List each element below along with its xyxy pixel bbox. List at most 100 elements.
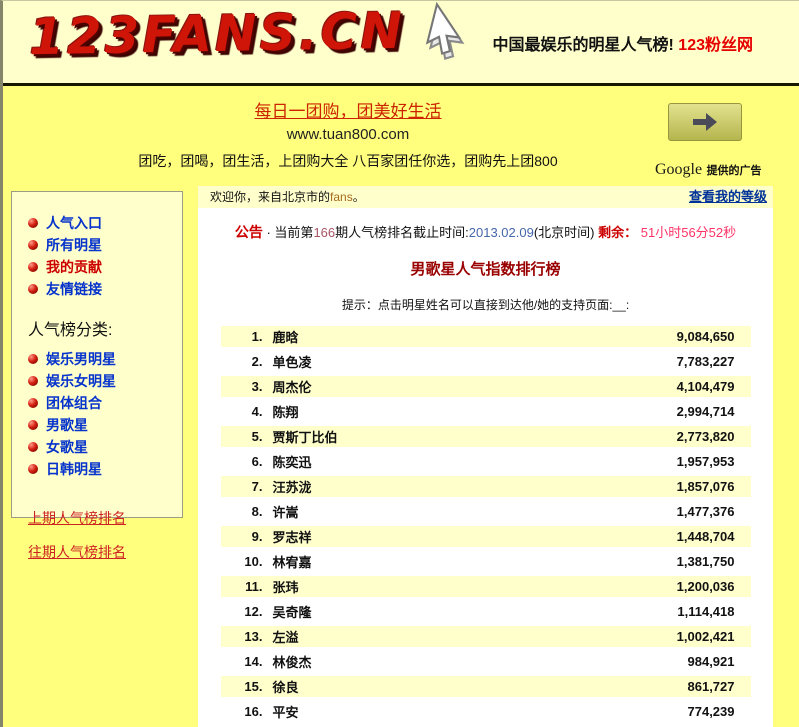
ranking-row: 11. 张玮 1,200,036 <box>220 576 751 597</box>
sidebar-category-item[interactable]: 娱乐男明星 <box>28 348 182 370</box>
star-name-link[interactable]: 汪苏泷 <box>273 477 312 496</box>
star-name-link[interactable]: 林俊杰 <box>273 652 312 671</box>
popularity-value: 1,381,750 <box>676 554 735 569</box>
rank-number: 2. <box>251 354 263 369</box>
star-name-link[interactable]: 鹿晗 <box>273 327 299 346</box>
announcement-separator: · <box>262 225 275 240</box>
ad-right-module: Google 提供的广告 <box>655 103 762 179</box>
content-area: 人气入口 所有明星 我的贡献 友情链接 人气榜分类: 娱乐男明星 娱乐女明星 团… <box>3 186 799 727</box>
star-name-link[interactable]: 陈翔 <box>273 402 299 421</box>
welcome-suffix: 。 <box>352 190 365 204</box>
rank-number: 12. <box>244 604 263 619</box>
announcement-seg3: (北京时间) <box>533 225 599 240</box>
star-name-link[interactable]: 林宥嘉 <box>273 552 312 571</box>
tagline-black: 中国最娱乐的明星人气榜! <box>492 37 674 54</box>
sidebar-item[interactable]: 所有明星 <box>28 234 182 256</box>
popularity-value: 9,084,650 <box>676 329 735 344</box>
bullet-ball-icon <box>28 262 38 272</box>
ranking-row: 6. 陈奕迅 1,957,953 <box>220 451 751 472</box>
popularity-value: 1,200,036 <box>676 579 735 594</box>
site-tagline: 中国最娱乐的明星人气榜! 123粉丝网 <box>493 31 754 55</box>
ad-banner: 每日一团购，团美好生活 www.tuan800.com 团吃，团喝，团生活，上团… <box>3 86 799 186</box>
welcome-bar: 欢迎你，来自北京市的fans。 查看我的等级 <box>198 186 773 208</box>
deadline-date: 2013.02.09 <box>468 225 534 240</box>
sidebar-item[interactable]: 我的贡献 <box>28 256 182 278</box>
sidebar-item-label: 人气入口 <box>46 215 102 231</box>
ranking-row: 15. 徐良 861,727 <box>220 676 751 697</box>
sidebar-category-label: 娱乐男明星 <box>46 351 116 367</box>
sidebar-category-label: 娱乐女明星 <box>46 373 116 389</box>
ranking-row: 2. 单色凌 7,783,227 <box>220 351 751 372</box>
star-name-link[interactable]: 陈奕迅 <box>273 452 312 471</box>
sidebar-category-item[interactable]: 日韩明星 <box>28 458 182 480</box>
rank-number: 13. <box>244 629 263 644</box>
star-name-link[interactable]: 周杰伦 <box>273 377 312 396</box>
main-panel: 欢迎你，来自北京市的fans。 查看我的等级 公告 · 当前第166期人气榜排名… <box>198 186 773 727</box>
popularity-value: 1,957,953 <box>676 454 735 469</box>
sidebar-category-item[interactable]: 女歌星 <box>28 436 182 458</box>
ad-headline-link[interactable]: 每日一团购，团美好生活 <box>3 97 693 122</box>
star-name-link[interactable]: 贾斯丁比伯 <box>273 427 338 446</box>
star-name-link[interactable]: 张玮 <box>273 577 299 596</box>
sidebar-category-label: 女歌星 <box>46 439 88 455</box>
previous-ranking-link[interactable]: 上期人气榜排名 <box>28 508 182 528</box>
countdown-value: 51小时56分52秒 <box>640 225 737 240</box>
star-name-link[interactable]: 平安 <box>273 702 299 721</box>
announcement-seg1: 当前第 <box>274 225 314 240</box>
sidebar-item[interactable]: 人气入口 <box>28 212 182 234</box>
google-ads-badge[interactable]: Google 提供的广告 <box>655 161 762 179</box>
announcement-label: 公告 <box>234 224 263 240</box>
rank-number: 15. <box>244 679 263 694</box>
star-name-link[interactable]: 徐良 <box>273 677 299 696</box>
remaining-label: 剩余： <box>598 225 641 240</box>
star-name-link[interactable]: 许嵩 <box>273 502 299 521</box>
past-ranking-link[interactable]: 往期人气榜排名 <box>28 542 182 562</box>
ad-url: www.tuan800.com <box>286 126 410 143</box>
ranking-row: 9. 罗志祥 1,448,704 <box>220 526 751 547</box>
sidebar-category-label: 男歌星 <box>46 417 88 433</box>
bullet-ball-icon <box>28 420 38 430</box>
popularity-value: 1,857,076 <box>676 479 735 494</box>
sidebar-category-item[interactable]: 娱乐女明星 <box>28 370 182 392</box>
bullet-ball-icon <box>28 284 38 294</box>
sidebar-category-item[interactable]: 男歌星 <box>28 414 182 436</box>
google-ads-label: 提供的广告 <box>706 165 762 177</box>
mouse-cursor-icon <box>425 1 465 61</box>
welcome-text: 欢迎你，来自北京市的 <box>210 190 331 204</box>
rank-number: 7. <box>251 479 263 494</box>
rank-number: 16. <box>244 704 263 719</box>
sidebar-item-label: 我的贡献 <box>46 259 102 275</box>
ranking-row: 7. 汪苏泷 1,857,076 <box>220 476 751 497</box>
popularity-value: 1,448,704 <box>676 529 735 544</box>
ad-next-button[interactable] <box>668 103 742 141</box>
sidebar: 人气入口 所有明星 我的贡献 友情链接 人气榜分类: 娱乐男明星 娱乐女明星 团… <box>3 186 198 727</box>
rank-number: 11. <box>245 579 263 594</box>
popularity-value: 1,002,421 <box>676 629 735 644</box>
sidebar-item-label: 友情链接 <box>46 281 102 297</box>
site-logo[interactable]: 123FANS.CN <box>29 2 465 66</box>
star-name-link[interactable]: 罗志祥 <box>273 527 312 546</box>
google-logo: Google <box>655 161 703 178</box>
star-name-link[interactable]: 吴奇隆 <box>273 602 312 621</box>
popularity-value: 4,104,479 <box>676 379 735 394</box>
tagline-red: 123粉丝网 <box>678 37 753 54</box>
bullet-ball-icon <box>28 376 38 386</box>
view-level-link[interactable]: 查看我的等级 <box>689 186 767 208</box>
star-name-link[interactable]: 左溢 <box>273 627 299 646</box>
bullet-ball-icon <box>28 442 38 452</box>
ranking-row: 3. 周杰伦 4,104,479 <box>220 376 751 397</box>
popularity-value: 2,994,714 <box>676 404 735 419</box>
bullet-ball-icon <box>28 240 38 250</box>
sidebar-item[interactable]: 友情链接 <box>28 278 182 300</box>
bullet-ball-icon <box>28 464 38 474</box>
rank-number: 8. <box>251 504 263 519</box>
rank-number: 10. <box>244 554 263 569</box>
site-logo-text: 123FANS.CN <box>28 1 406 67</box>
ad-description: 团吃，团喝，团生活，上团购大全 八百家团任你选，团购先上团800 <box>138 153 558 169</box>
bullet-ball-icon <box>28 398 38 408</box>
bullet-ball-icon <box>28 218 38 228</box>
sidebar-menu-box: 人气入口 所有明星 我的贡献 友情链接 人气榜分类: 娱乐男明星 娱乐女明星 团… <box>11 191 183 560</box>
category-heading: 人气榜分类: <box>28 322 113 339</box>
star-name-link[interactable]: 单色凌 <box>273 352 312 371</box>
sidebar-category-item[interactable]: 团体组合 <box>28 392 182 414</box>
